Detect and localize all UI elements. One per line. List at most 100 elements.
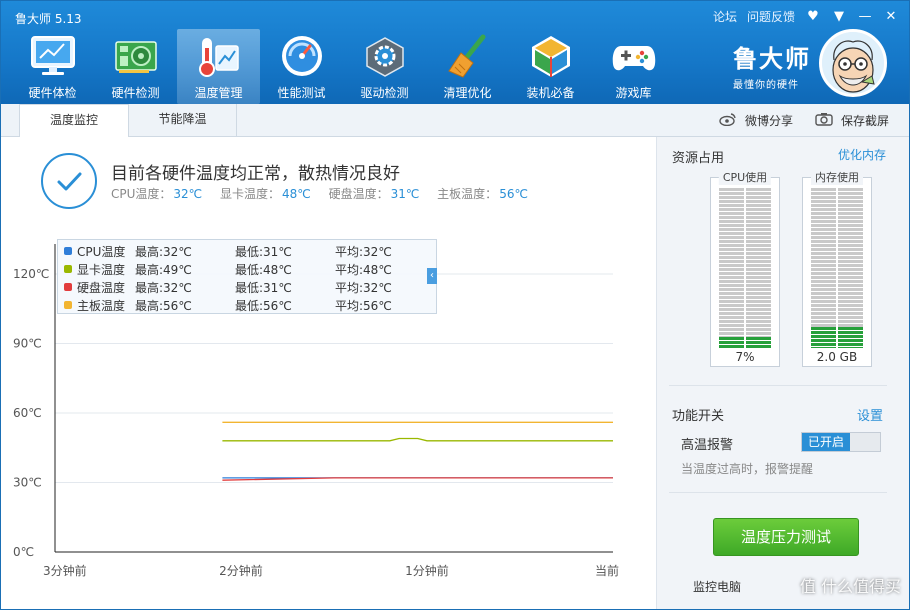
cpu-usage-title: CPU使用: [718, 169, 772, 185]
legend-row[interactable]: 显卡温度 最高:49℃ 最低:48℃ 平均:48℃: [64, 260, 392, 278]
legend-swatch: [64, 247, 72, 255]
memory-usage-bars: [811, 188, 863, 348]
temperature-stress-test-button[interactable]: 温度压力测试: [713, 518, 859, 556]
cube-icon: [527, 32, 575, 80]
alarm-toggle-state: 已开启: [802, 433, 850, 451]
window-title: 鲁大师 5.13: [15, 12, 82, 26]
optimize-memory-link[interactable]: 优化内存: [838, 146, 886, 163]
status-title: 目前各硬件温度均正常，散热情况良好: [111, 164, 400, 184]
tool-games[interactable]: 游戏库: [592, 29, 675, 104]
legend-min: 最低:31℃: [235, 244, 292, 259]
y-tick-label: 120℃: [13, 267, 49, 281]
cpu-usage-bars: [719, 188, 771, 348]
legend-row[interactable]: 硬盘温度 最高:32℃ 最低:31℃ 平均:32℃: [64, 278, 392, 296]
gear-box-icon: [361, 32, 409, 80]
settings-link[interactable]: 设置: [857, 405, 883, 424]
weibo-share-label: 微博分享: [744, 114, 793, 128]
meter-fill: [719, 336, 744, 348]
feedback-link[interactable]: 问题反馈: [747, 8, 795, 25]
tool-label: 性能测试: [277, 86, 326, 100]
meter-column: [838, 188, 863, 348]
tool-temperature[interactable]: 温度管理: [177, 29, 260, 104]
toolbar: 硬件体检 硬件检测 温度管理 性能测试 驱动检测 清理优化 装机必备 游戏库: [11, 29, 675, 104]
memory-usage-meter: 内存使用 2.0 GB: [802, 169, 872, 367]
tab-temperature-monitor[interactable]: 温度监控: [19, 104, 129, 138]
brand-slogan: 最懂你的硬件: [733, 80, 799, 91]
chart-legend: CPU温度 最高:32℃ 最低:31℃ 平均:32℃ 显卡温度 最高:49℃ 最…: [57, 239, 437, 314]
legend-row[interactable]: 主板温度 最高:56℃ 最低:56℃ 平均:56℃: [64, 296, 392, 314]
y-tick-label: 90℃: [13, 337, 42, 351]
gpu-temp-value: 48℃: [282, 187, 311, 201]
cpu-usage-meter: CPU使用 7%: [710, 169, 780, 367]
tool-cleanup[interactable]: 清理优化: [426, 29, 509, 104]
skin-icon[interactable]: ♥: [805, 9, 821, 24]
side-panel: 资源占用 优化内存 CPU使用 7% 内存使用 2.0 GB 功能开关 设置 高…: [656, 137, 909, 609]
broom-icon: [444, 32, 492, 80]
brand-name: 鲁大师: [733, 44, 811, 73]
y-tick-label: 0℃: [13, 545, 34, 559]
x-tick-label: 1分钟前: [405, 563, 449, 578]
high-temp-alarm-label: 高温报警: [681, 438, 734, 453]
tool-driver[interactable]: 驱动检测: [343, 29, 426, 104]
legend-avg: 平均:48℃: [335, 262, 392, 277]
meter-column: [746, 188, 771, 348]
circuit-board-icon: [112, 32, 160, 80]
mascot-avatar[interactable]: [819, 29, 887, 97]
minimize-icon[interactable]: —: [857, 9, 873, 24]
legend-swatch: [64, 265, 72, 273]
memory-usage-value: 2.0 GB: [816, 350, 858, 364]
legend-collapse-icon[interactable]: ‹: [427, 268, 437, 284]
legend-swatch: [64, 301, 72, 309]
tool-hardware-detect[interactable]: 硬件检测: [94, 29, 177, 104]
legend-name: 硬盘温度: [77, 280, 126, 295]
legend-avg: 平均:32℃: [335, 280, 392, 295]
high-temp-alarm-toggle[interactable]: 已开启: [801, 432, 881, 452]
legend-name: CPU温度: [77, 244, 126, 259]
weibo-icon: [719, 112, 737, 129]
close-icon[interactable]: ✕: [883, 9, 899, 24]
legend-name: 显卡温度: [77, 262, 126, 277]
sub-tab-bar: 温度监控 节能降温 微博分享 保存截屏: [1, 104, 909, 138]
legend-swatch: [64, 283, 72, 291]
legend-row[interactable]: CPU温度 最高:32℃ 最低:31℃ 平均:32℃: [64, 242, 392, 260]
monitor-computer-link[interactable]: 监控电脑: [693, 578, 741, 595]
weibo-share-button[interactable]: 微博分享: [719, 112, 793, 129]
tool-label: 驱动检测: [360, 86, 409, 100]
tool-label: 硬件体检: [28, 86, 77, 100]
cpu-usage-value: 7%: [735, 350, 755, 364]
save-screenshot-button[interactable]: 保存截屏: [815, 112, 889, 129]
cpu-temp-value: 32℃: [173, 187, 203, 201]
tab-energy-cooling[interactable]: 节能降温: [129, 104, 237, 137]
tool-label: 温度管理: [194, 86, 243, 100]
tool-hardware-checkup[interactable]: 硬件体检: [11, 29, 94, 104]
legend-max: 最高:56℃: [135, 298, 192, 313]
camera-icon: [815, 112, 833, 129]
header: 鲁大师 5.13 论坛 问题反馈 ♥ ▼ — ✕ 硬件体检 硬件检测 温度管理 …: [1, 1, 909, 104]
resources-title: 资源占用: [672, 151, 725, 166]
tool-performance[interactable]: 性能测试: [260, 29, 343, 104]
legend-max: 最高:32℃: [135, 244, 192, 259]
tool-label: 装机必备: [526, 86, 575, 100]
tool-essentials[interactable]: 装机必备: [509, 29, 592, 104]
menu-icon[interactable]: ▼: [831, 9, 847, 24]
legend-max: 最高:32℃: [135, 280, 192, 295]
app-window: 鲁大师 5.13 论坛 问题反馈 ♥ ▼ — ✕ 硬件体检 硬件检测 温度管理 …: [0, 0, 910, 610]
check-circle-icon: [41, 153, 97, 209]
meter-fill: [811, 327, 836, 348]
divider: [669, 492, 887, 493]
meter-fill: [838, 327, 863, 348]
thermometer-icon: [195, 32, 243, 80]
watermark: 值 什么值得买: [799, 577, 901, 596]
legend-avg: 平均:32℃: [335, 244, 392, 259]
x-tick-label: 3分钟前: [43, 563, 87, 578]
y-tick-label: 30℃: [13, 476, 42, 490]
chart-lines: [222, 421, 613, 481]
disk-temp-label: 硬盘温度：: [328, 187, 389, 201]
gpu-temp-label: 显卡温度：: [219, 187, 280, 201]
monitor-icon: [29, 32, 77, 80]
forum-link[interactable]: 论坛: [713, 8, 737, 25]
legend-min: 最低:48℃: [235, 262, 292, 277]
switch-title: 功能开关: [672, 409, 725, 424]
legend-name: 主板温度: [77, 298, 126, 313]
legend-min: 最低:56℃: [235, 298, 292, 313]
